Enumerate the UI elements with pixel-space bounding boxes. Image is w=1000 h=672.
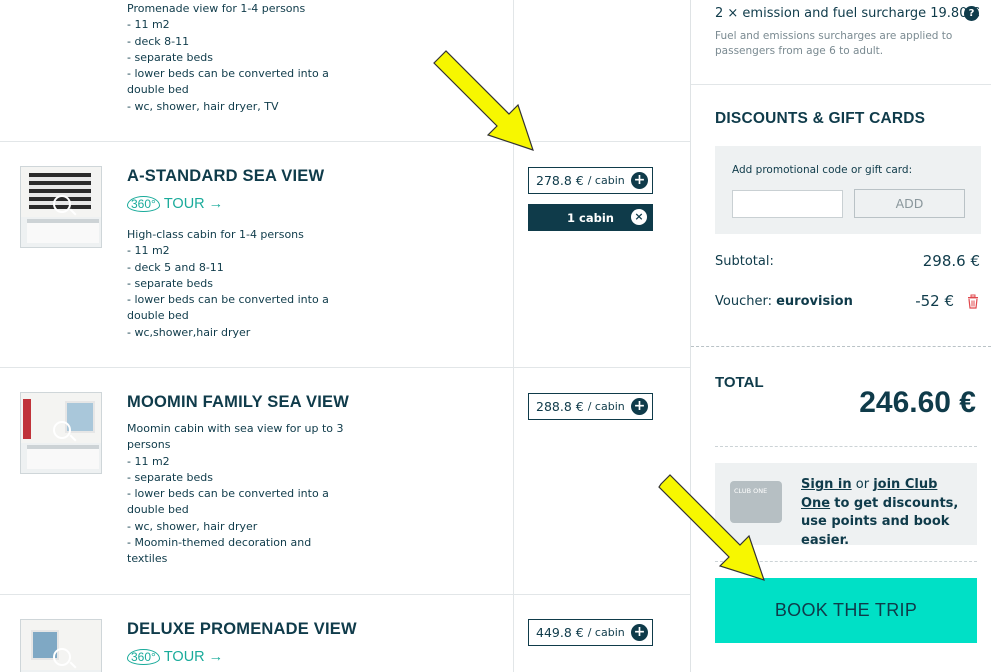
desc-line: - wc, shower, hair dryer: [127, 519, 258, 533]
desc-line: double bed: [127, 83, 189, 97]
tour-360-link[interactable]: 360° TOUR →: [127, 649, 223, 665]
desc-line: - 11 m2: [127, 244, 170, 258]
desc-line: - wc,shower,hair dryer: [127, 325, 251, 339]
voucher-value: -52 €: [915, 292, 954, 310]
plus-icon: +: [631, 172, 648, 189]
total-value: 246.60 €: [859, 386, 976, 419]
desc-line: - 11 m2: [127, 454, 170, 468]
price-value: 278.8 €: [536, 173, 584, 188]
desc-line: - separate beds: [127, 50, 213, 64]
desc-line: - separate beds: [127, 470, 213, 484]
cabin-photo[interactable]: [20, 392, 102, 474]
desc-line: - 11 m2: [127, 18, 170, 32]
tour-label: TOUR →: [163, 196, 224, 212]
cabin-photo[interactable]: [20, 166, 102, 248]
subtotal-value: 298.6 €: [922, 252, 980, 270]
price-value: 449.8 €: [536, 625, 584, 640]
sign-in-link[interactable]: Sign in: [801, 477, 852, 492]
360-icon: 360°: [127, 196, 160, 212]
selected-label: 1 cabin: [567, 210, 614, 225]
desc-line: persons: [127, 438, 171, 452]
desc-line: Moomin cabin with sea view for up to 3: [127, 422, 344, 435]
club-one-promo: CLUB ONE Sign in or join Club One to get…: [715, 463, 977, 548]
360-icon: 360°: [127, 649, 160, 665]
desc-line: textiles: [127, 552, 168, 566]
discounts-title: DISCOUNTS & GIFT CARDS: [715, 110, 926, 127]
voucher-code: eurovision: [776, 294, 853, 309]
cabin-description: High-class cabin for 1-4 persons - 11 m2…: [127, 227, 357, 341]
add-promo-button[interactable]: ADD: [854, 189, 965, 218]
desc-line: - lower beds can be converted into a: [127, 67, 329, 81]
cabin-photo[interactable]: [20, 619, 102, 672]
plus-icon: +: [631, 398, 648, 415]
desc-line: - deck 5 and 8-11: [127, 260, 224, 274]
book-trip-button[interactable]: BOOK THE TRIP: [715, 578, 977, 643]
add-cabin-button[interactable]: 278.8 € / cabin +: [528, 167, 653, 194]
desc-line: - deck 8-11: [127, 34, 190, 48]
voucher-row: Voucher: eurovision: [715, 294, 853, 309]
add-cabin-button[interactable]: 288.8 € / cabin +: [528, 393, 653, 420]
cabin-a-standard-sea-view: A-STANDARD SEA VIEW 360° TOUR → High-cla…: [0, 142, 690, 367]
subtotal-label: Subtotal:: [715, 254, 774, 269]
panel-divider: [715, 561, 977, 562]
tour-360-link[interactable]: 360° TOUR →: [127, 196, 223, 212]
cabin-description: Promenade view for 1-4 persons - 11 m2 -…: [127, 1, 357, 115]
booking-summary-panel: 2 × emission and fuel surcharge 19.80 € …: [690, 0, 1000, 672]
remove-icon[interactable]: ×: [631, 209, 647, 225]
promo-code-box: Add promotional code or gift card: ADD: [715, 146, 981, 234]
cabin-promenade: Promenade view for 1-4 persons - 11 m2 -…: [0, 0, 690, 141]
surcharge-title: 2 × emission and fuel surcharge 19.80 €: [715, 6, 980, 21]
voucher-label: Voucher:: [715, 294, 772, 309]
club-one-text: Sign in or join Club One to get discount…: [801, 476, 966, 550]
tour-label: TOUR →: [163, 649, 224, 665]
desc-line: Promenade view for 1-4 persons: [127, 2, 306, 15]
promo-label: Add promotional code or gift card:: [732, 164, 913, 176]
club-or: or: [855, 477, 870, 492]
zoom-icon: [53, 421, 71, 439]
desc-line: double bed: [127, 309, 189, 323]
desc-line: - lower beds can be converted into a: [127, 487, 329, 501]
zoom-icon: [53, 648, 71, 666]
price-unit: / cabin: [587, 174, 625, 187]
zoom-icon: [53, 195, 71, 213]
cabin-title: A-STANDARD SEA VIEW: [127, 167, 325, 185]
cabin-title: DELUXE PROMENADE VIEW: [127, 620, 357, 638]
panel-divider: [715, 446, 977, 447]
cabin-moomin-family-sea-view: MOOMIN FAMILY SEA VIEW Moomin cabin with…: [0, 368, 690, 594]
help-icon[interactable]: ?: [964, 6, 979, 21]
price-unit: / cabin: [587, 400, 625, 413]
club-one-card-icon: CLUB ONE: [730, 481, 782, 523]
total-label: TOTAL: [715, 374, 764, 391]
cabin-description: Moomin cabin with sea view for up to 3 p…: [127, 421, 357, 568]
desc-line: - separate beds: [127, 276, 213, 290]
cabin-title: MOOMIN FAMILY SEA VIEW: [127, 393, 349, 411]
desc-line: - Moomin-themed decoration and: [127, 536, 312, 550]
add-cabin-button[interactable]: 449.8 € / cabin +: [528, 619, 653, 646]
club-card-label: CLUB ONE: [734, 487, 768, 495]
promo-code-input[interactable]: [732, 190, 843, 218]
price-unit: / cabin: [587, 626, 625, 639]
desc-line: double bed: [127, 503, 189, 517]
panel-divider: [691, 346, 991, 347]
cabin-list: Promenade view for 1-4 persons - 11 m2 -…: [0, 0, 690, 672]
plus-icon: +: [631, 624, 648, 641]
desc-line: - wc, shower, hair dryer, TV: [127, 99, 279, 113]
desc-line: - lower beds can be converted into a: [127, 293, 329, 307]
selected-cabin-count[interactable]: 1 cabin ×: [528, 204, 653, 231]
trash-icon[interactable]: [967, 294, 979, 309]
desc-line: High-class cabin for 1-4 persons: [127, 228, 304, 241]
surcharge-note: Fuel and emissions surcharges are applie…: [715, 30, 953, 57]
price-value: 288.8 €: [536, 399, 584, 414]
cabin-deluxe-promenade-view: DELUXE PROMENADE VIEW 360° TOUR → 449.8 …: [0, 595, 690, 672]
panel-divider: [691, 84, 991, 85]
